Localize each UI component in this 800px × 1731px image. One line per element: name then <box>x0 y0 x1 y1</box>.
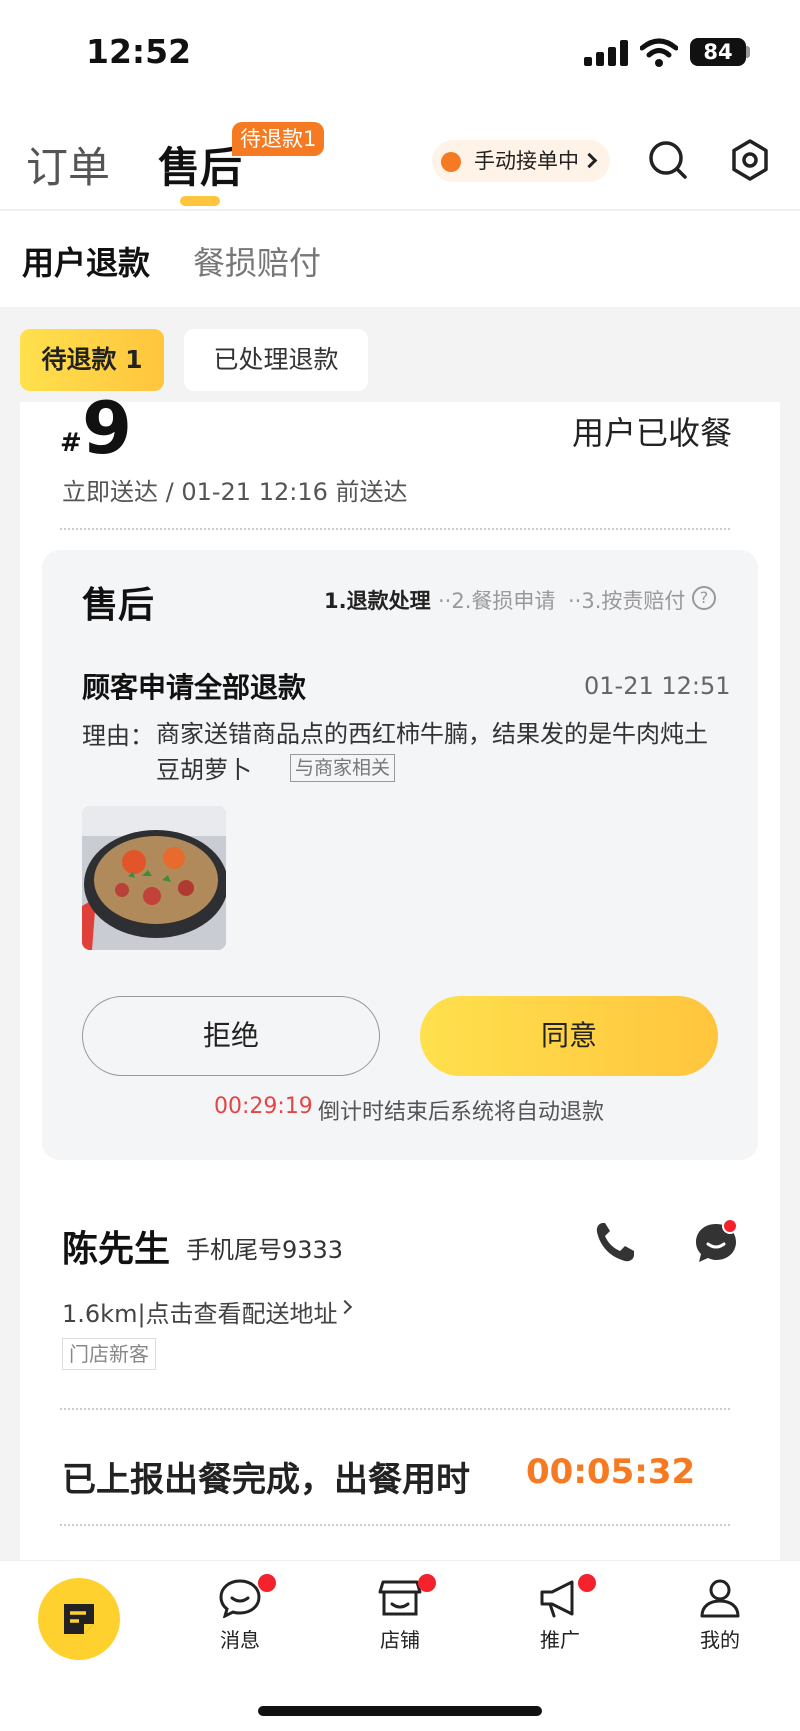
meal-done-label: 已上报出餐完成，出餐用时 <box>62 1460 470 1500</box>
refund-request-time: 01-21 12:51 <box>584 672 731 700</box>
nav-promote-label: 推广 <box>540 1628 580 1652</box>
megaphone-icon <box>540 1580 574 1618</box>
step-damage-request: ··2.餐损申请 <box>438 589 556 613</box>
pending-refund-badge: 待退款1 <box>232 122 325 156</box>
battery-icon: 84 <box>690 38 746 66</box>
new-customer-tag: 门店新客 <box>62 1338 156 1370</box>
reason-text: 商家送错商品点的西红柿牛腩，结果发的是牛肉炖土豆胡萝卜 <box>156 720 708 784</box>
aftersale-title: 售后 <box>82 585 155 626</box>
active-tab-indicator <box>180 196 220 206</box>
countdown-timer: 00:29:19 <box>214 1094 313 1119</box>
nav-messages[interactable]: 消息 <box>200 1574 280 1654</box>
reject-button[interactable]: 拒绝 <box>82 996 380 1076</box>
gear-icon[interactable] <box>728 138 772 182</box>
delivery-address-link[interactable]: 1.6km|点击查看配送地址 <box>62 1294 338 1329</box>
status-dot-icon <box>441 152 461 172</box>
store-icon <box>378 1580 422 1616</box>
user-icon <box>700 1579 740 1618</box>
meal-prep-time: 00:05:32 <box>526 1452 696 1492</box>
phone-icon[interactable] <box>594 1220 636 1264</box>
countdown-note: 倒计时结束后系统将自动退款 <box>318 1100 605 1125</box>
tab-aftersale[interactable]: 售后 <box>158 134 242 195</box>
delivery-info: 立即送达 / 01-21 12:16 前送达 <box>62 478 408 506</box>
subtab-user-refund[interactable]: 用户退款 <box>22 238 150 284</box>
order-hash: # <box>60 428 82 458</box>
filter-processed-refund[interactable]: 已处理退款 <box>184 329 368 391</box>
merchant-related-tag: 与商家相关 <box>290 754 396 782</box>
filter-pending-refund[interactable]: 待退款 1 <box>20 329 164 391</box>
message-icon <box>219 1579 261 1618</box>
refund-request-title: 顾客申请全部退款 <box>82 671 307 704</box>
customer-phone-tail: 手机尾号9333 <box>186 1236 344 1264</box>
unread-dot <box>578 1574 596 1592</box>
nav-orders-home[interactable] <box>38 1578 120 1660</box>
order-number: 9 <box>82 386 133 470</box>
signal-icon <box>584 40 628 66</box>
battery-cap <box>746 46 750 58</box>
nav-store-label: 店铺 <box>380 1628 420 1652</box>
order-status: 用户已收餐 <box>572 414 733 452</box>
nav-store[interactable]: 店铺 <box>360 1574 440 1654</box>
unread-dot <box>418 1574 436 1592</box>
unread-dot <box>722 1218 738 1234</box>
home-indicator[interactable] <box>258 1706 542 1716</box>
help-icon[interactable]: ? <box>692 586 716 610</box>
agree-button[interactable]: 同意 <box>420 996 718 1076</box>
step-refund-processing: 1.退款处理 <box>324 589 431 613</box>
evidence-photo[interactable] <box>82 806 226 950</box>
nav-messages-label: 消息 <box>220 1628 260 1652</box>
divider <box>60 1408 730 1410</box>
divider <box>60 1524 730 1526</box>
nav-mine-label: 我的 <box>700 1628 740 1652</box>
divider <box>60 528 730 530</box>
wifi-icon <box>640 38 678 67</box>
customer-name: 陈先生 <box>62 1229 171 1270</box>
nav-mine[interactable]: 我的 <box>680 1574 760 1654</box>
nav-promote[interactable]: 推广 <box>520 1574 600 1654</box>
reason-label: 理由： <box>82 722 154 750</box>
step-liability-compensation: ··3.按责赔付 <box>568 589 686 613</box>
unread-dot <box>258 1574 276 1592</box>
tab-orders[interactable]: 订单 <box>26 134 110 195</box>
subtab-meal-damage[interactable]: 餐损赔付 <box>193 238 321 284</box>
search-icon[interactable] <box>648 140 688 180</box>
order-note-icon <box>64 1604 94 1634</box>
status-time: 12:52 <box>86 32 192 71</box>
